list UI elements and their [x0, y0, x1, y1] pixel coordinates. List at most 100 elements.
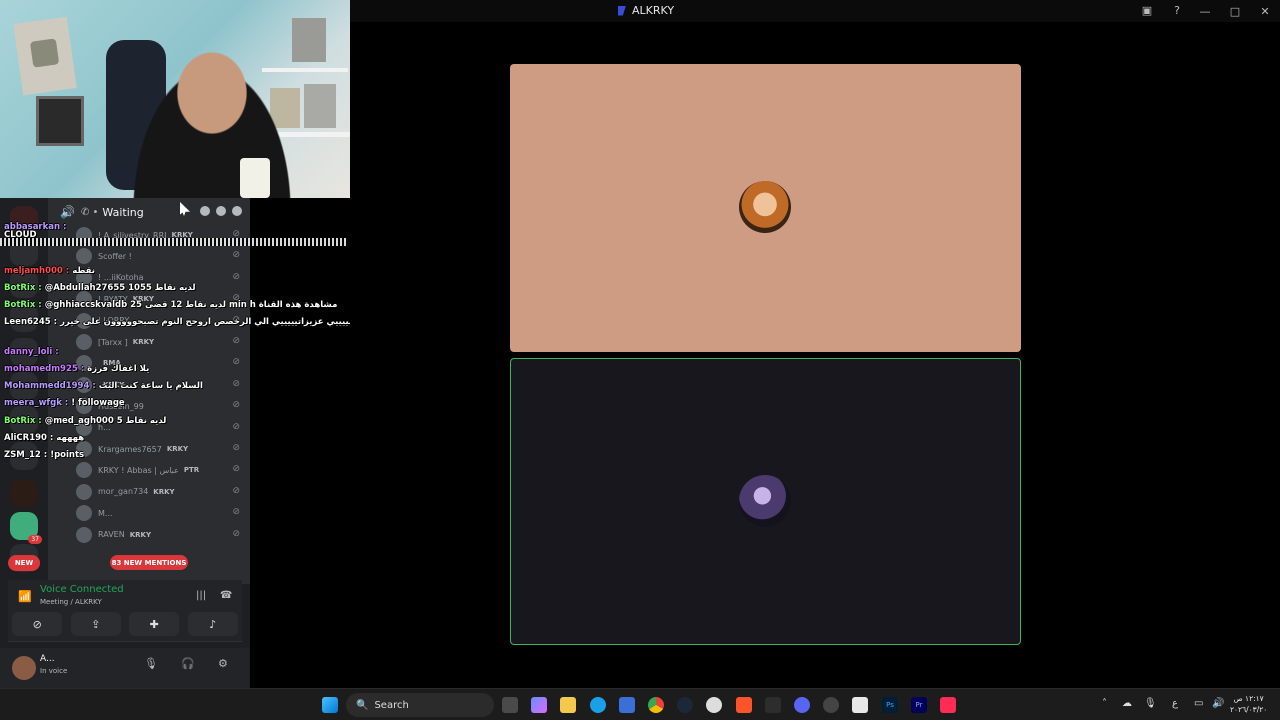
screen-share-button[interactable]: ⇪ — [70, 612, 121, 636]
voice-channel-name[interactable]: Meeting / ALKRKY — [40, 598, 102, 606]
server-icon[interactable]: 37 — [10, 512, 42, 544]
chat-text: @ghhiaccskvaldb لديه نقاط 12 قضى 25 min … — [44, 300, 338, 310]
steam-icon[interactable] — [677, 697, 693, 713]
obs-icon[interactable] — [706, 697, 722, 713]
chat-icon[interactable] — [200, 206, 210, 216]
activities-button[interactable]: ✚ — [129, 612, 180, 636]
taskbar-search[interactable]: 🔍 Search — [346, 693, 494, 717]
maximize-button[interactable]: □ — [1220, 0, 1250, 22]
capcut-icon[interactable] — [765, 697, 781, 713]
store-icon[interactable] — [619, 697, 635, 713]
username[interactable]: A... — [40, 654, 55, 664]
muted-icon: ⊘ — [232, 421, 240, 432]
noise-suppression-icon[interactable]: ||| — [196, 590, 206, 601]
app-logo-icon — [618, 5, 626, 16]
task-view-icon[interactable] — [502, 697, 518, 713]
muted-icon: ⊘ — [232, 507, 240, 518]
chat-message: AliCR190 : ههههه — [4, 433, 84, 443]
clock-date: ٢٠٢٦/٠٣/٢٠ — [1230, 705, 1268, 714]
user-status: In voice — [40, 667, 68, 675]
soundboard-button[interactable]: ♪ — [187, 612, 238, 636]
chat-username: ZSM_12 : — [4, 450, 48, 460]
chat-text: يلا اعزائيييييي عزيزاتيييييي الي الرخصص … — [60, 317, 399, 327]
close-button[interactable]: ✕ — [1250, 0, 1280, 22]
chrome-icon[interactable] — [648, 697, 664, 713]
windows-start-icon[interactable] — [322, 697, 338, 713]
webcam-overlay — [0, 0, 350, 198]
speaker-icon: 🔊 — [60, 205, 75, 219]
voice-status[interactable]: Voice Connected — [40, 584, 124, 595]
chat-username: mohamedm925 : — [4, 364, 85, 374]
member-row[interactable]: Scoffer ! ⊘ — [76, 247, 246, 265]
chat-username: BotRix : — [4, 416, 42, 426]
discord-icon[interactable] — [794, 697, 810, 713]
member-row[interactable]: [Tarxx ] KRKY ⊘ — [76, 333, 246, 351]
member-row[interactable]: KRKY ! Abbas | عباس PTR ⊘ — [76, 461, 246, 479]
chat-message: meera_wfgk :! followage — [4, 398, 125, 408]
avatar — [76, 526, 92, 543]
minimize-button[interactable]: — — [1190, 0, 1220, 22]
member-name: M... — [98, 508, 113, 518]
headphones-icon[interactable]: 🎧 — [181, 657, 195, 670]
file-explorer-icon[interactable] — [560, 697, 576, 713]
help-icon[interactable]: ? — [1170, 3, 1184, 17]
brave-icon[interactable] — [736, 697, 752, 713]
member-row[interactable]: Krargames7657 KRKY ⊘ — [76, 440, 246, 458]
unread-count-badge: 37 — [28, 535, 42, 544]
server-icon[interactable] — [10, 480, 38, 508]
participant-avatar — [739, 181, 791, 233]
chat-text: @Abdullah27655 لديه نقاط 1055 — [44, 283, 196, 293]
microphone-icon[interactable]: 🎙 — [144, 657, 158, 670]
chat-message: BotRix : @ghhiaccskvaldb لديه نقاط 12 قضى… — [4, 300, 337, 310]
chat-text: ! followage — [71, 398, 125, 408]
add-member-icon[interactable] — [216, 206, 226, 216]
language-indicator[interactable]: ع — [1172, 698, 1178, 709]
member-name: [Tarxx ] — [98, 337, 128, 347]
member-row[interactable]: RAVEN KRKY ⊘ — [76, 526, 246, 544]
gear-icon[interactable]: ⚙ — [218, 657, 228, 670]
copilot-icon[interactable] — [531, 697, 547, 713]
chat-message: BotRix : @med_agh000 لديه نقاط 5 — [4, 416, 166, 426]
chat-username: danny_loli : — [4, 347, 59, 357]
member-name: mor_gan734 — [98, 487, 149, 497]
settings-icon[interactable] — [232, 206, 242, 216]
chat-username: meera_wfgk : — [4, 398, 69, 408]
channel-status: Waiting — [102, 205, 144, 219]
network-icon[interactable]: ▭ — [1194, 698, 1203, 709]
search-placeholder: Search — [374, 699, 409, 711]
member-tag: KRKY — [129, 530, 152, 539]
disconnect-icon[interactable]: ☎ — [220, 590, 232, 601]
chat-username: BotRix : — [4, 283, 42, 293]
avatar[interactable] — [12, 656, 36, 680]
muted-icon: ⊘ — [232, 485, 240, 496]
microphone-tray-icon[interactable]: 🎙 — [1144, 698, 1157, 709]
camera-off-button[interactable]: ⊘ — [12, 612, 63, 636]
volume-icon[interactable]: 🔊 — [1212, 698, 1224, 709]
avatar — [76, 334, 92, 350]
member-tag: PTR — [183, 466, 200, 475]
clock[interactable]: ١٢:١٧ ص ٢٠٢٦/٠٣/٢٠ — [1230, 693, 1267, 715]
new-badge[interactable]: NEW — [8, 555, 40, 571]
new-mentions-pill[interactable]: 83 NEW MENTIONS — [110, 555, 188, 570]
member-row[interactable]: M... ⊘ — [76, 504, 246, 522]
edge-icon[interactable] — [590, 697, 606, 713]
inbox-icon[interactable]: ▣ — [1140, 3, 1154, 17]
voice-channel-header[interactable]: 🔊 ✆ • Waiting — [48, 198, 250, 226]
snipping-tool-icon[interactable] — [852, 697, 868, 713]
tiktok-icon[interactable] — [940, 697, 956, 713]
chat-username: BotRix : — [4, 300, 42, 310]
member-tag: KRKY — [153, 487, 175, 496]
streamer — [112, 30, 312, 198]
title-bar: ALKRKY ▣ ? — □ ✕ — [350, 0, 1280, 22]
member-row[interactable]: mor_gan734 KRKY ⊘ — [76, 483, 246, 501]
photoshop-icon[interactable]: Ps — [882, 697, 898, 713]
muted-icon: ⊘ — [232, 443, 240, 453]
cloud-icon[interactable]: ☁ — [1122, 698, 1132, 709]
app-icon[interactable] — [823, 697, 839, 713]
search-icon: 🔍 — [356, 699, 369, 711]
chevron-up-icon[interactable]: ˄ — [1102, 698, 1107, 709]
chat-message: danny_loli : — [4, 347, 62, 357]
premiere-icon[interactable]: Pr — [911, 697, 927, 713]
header-actions — [200, 206, 242, 216]
chat-text: السلام يا ساعة كنت البت — [98, 381, 203, 391]
